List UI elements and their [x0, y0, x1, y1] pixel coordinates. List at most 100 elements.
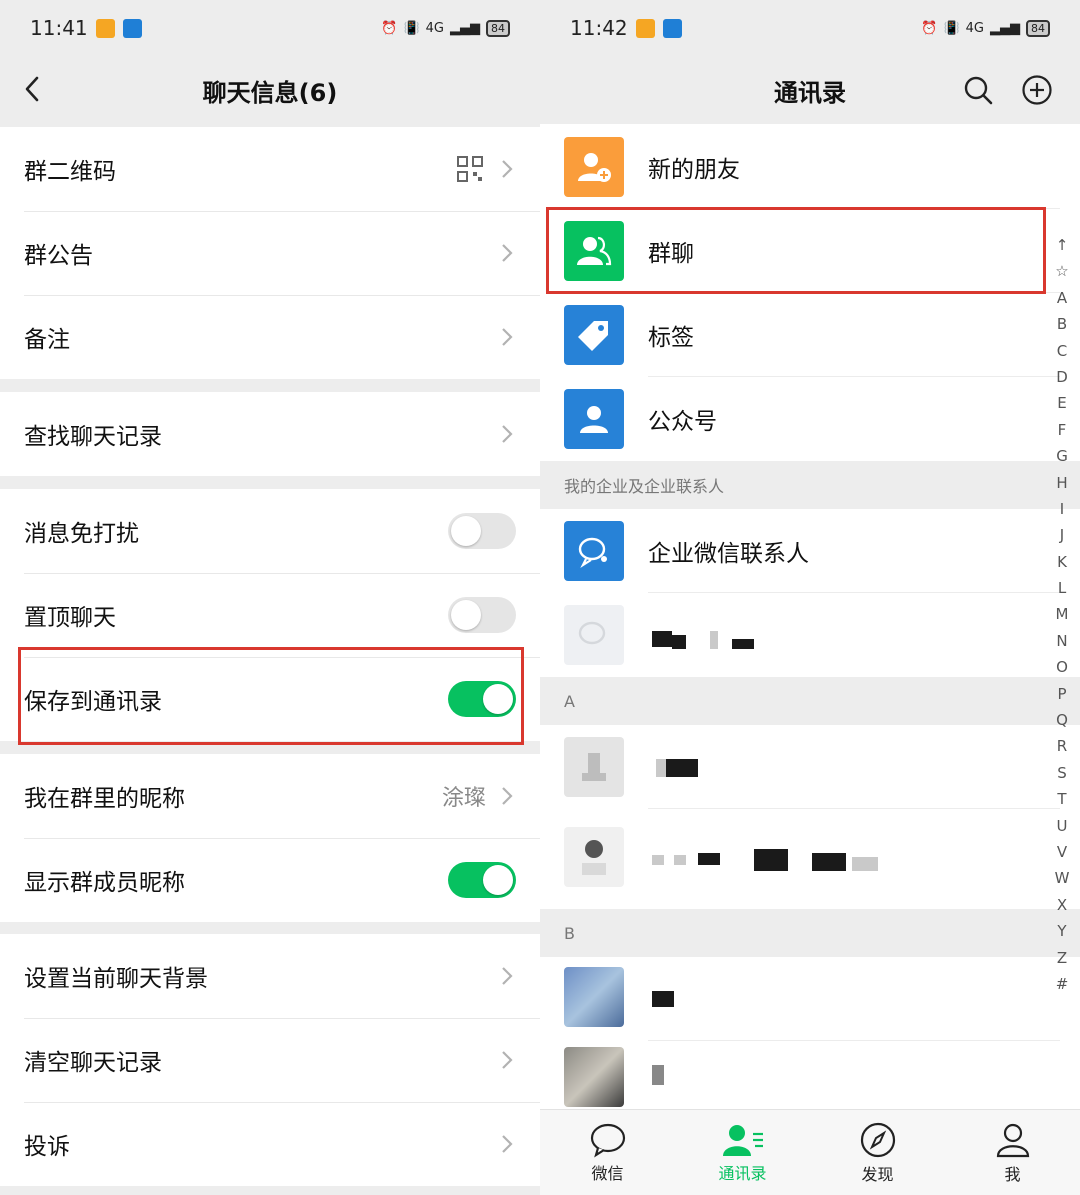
index-letter[interactable]: S — [1057, 760, 1067, 786]
search-icon[interactable] — [962, 74, 994, 106]
contact-item-new-friends[interactable]: 新的朋友 — [540, 125, 1060, 209]
pixelated-name — [652, 1065, 664, 1085]
contact-item-b1[interactable] — [540, 957, 1060, 1041]
index-letter[interactable]: X — [1057, 892, 1067, 918]
index-letter[interactable]: F — [1058, 417, 1067, 443]
new-friends-avatar — [564, 137, 624, 197]
contacts-screen: 11:42 ⏰ 📳 4G ▂▄▆ 84 通讯录 新的朋友 群聊 标签 公众号 我… — [540, 0, 1080, 1195]
index-letter[interactable]: E — [1057, 390, 1066, 416]
row-my-nickname[interactable]: 我在群里的昵称 涂璨 — [0, 754, 540, 838]
row-remark[interactable]: 备注 — [0, 295, 540, 379]
row-show-nicknames: 显示群成员昵称 — [0, 838, 540, 922]
index-letter[interactable]: H — [1056, 470, 1067, 496]
row-label: 清空聊天记录 — [24, 1050, 162, 1076]
index-letter[interactable]: P — [1057, 681, 1066, 707]
index-letter[interactable]: I — [1060, 496, 1064, 522]
status-time: 11:41 — [30, 16, 88, 40]
index-letter[interactable]: D — [1056, 364, 1068, 390]
pixelated-name — [698, 853, 720, 865]
contact-name: 标签 — [648, 325, 694, 351]
signal-icon: ▂▄▆ — [450, 20, 480, 36]
index-letter[interactable]: B — [1057, 311, 1067, 337]
chevron-right-icon — [502, 160, 513, 178]
person-icon — [996, 1123, 1029, 1157]
section-header-b: B — [540, 909, 1080, 957]
add-icon[interactable] — [1021, 74, 1053, 106]
row-report[interactable]: 投诉 — [0, 1102, 540, 1186]
screenshot: 11:41 ⏰ 📳 4G ▂▄▆ 84 聊天信息(6) 群二维码 群公告 备注 … — [0, 0, 1080, 1195]
nickname-section: 我在群里的昵称 涂璨 显示群成员昵称 — [0, 754, 540, 922]
pixelated-name — [732, 639, 754, 649]
index-letter[interactable]: U — [1057, 813, 1068, 839]
official-accounts-avatar — [564, 389, 624, 449]
status-right: ⏰ 📳 4G ▂▄▆ 84 — [921, 19, 1050, 37]
contact-item-a1[interactable] — [540, 725, 1060, 809]
row-clear-history[interactable]: 清空聊天记录 — [0, 1018, 540, 1102]
index-letter[interactable]: Z — [1057, 945, 1067, 971]
toggle-knob — [451, 516, 481, 546]
contact-item-official-accounts[interactable]: 公众号 — [540, 377, 1060, 461]
chevron-right-icon — [502, 425, 513, 443]
index-letter[interactable]: K — [1057, 549, 1067, 575]
back-arrow-icon[interactable] — [18, 74, 48, 104]
tab-label: 发现 — [861, 1164, 894, 1184]
pixelated-name — [710, 631, 718, 649]
alphabet-index[interactable]: ↑ ☆ A B C D E F G H I J K L M N O P Q R S T U V W X Y Z # — [1050, 232, 1074, 997]
index-letter[interactable]: C — [1057, 338, 1067, 364]
person-icon — [582, 753, 606, 781]
pixelated-name — [754, 849, 788, 871]
tab-contacts[interactable]: 通讯录 — [675, 1110, 810, 1195]
mute-toggle[interactable] — [448, 513, 516, 549]
index-letter[interactable]: N — [1056, 628, 1067, 654]
contact-avatar-blurred — [564, 1047, 624, 1107]
row-group-qrcode[interactable]: 群二维码 — [0, 127, 540, 211]
row-group-notice[interactable]: 群公告 — [0, 211, 540, 295]
contact-item-a2[interactable] — [540, 809, 1060, 909]
toggle-knob — [483, 865, 513, 895]
index-letter[interactable]: Y — [1057, 918, 1066, 944]
index-letter[interactable]: # — [1056, 971, 1069, 997]
network-label: 4G — [965, 20, 984, 36]
row-pin: 置顶聊天 — [0, 573, 540, 657]
index-letter[interactable]: M — [1056, 601, 1069, 627]
row-label: 投诉 — [24, 1134, 70, 1160]
contact-item-tags[interactable]: 标签 — [540, 293, 1060, 377]
group-info-section: 群二维码 群公告 备注 — [0, 127, 540, 379]
index-letter[interactable]: L — [1058, 575, 1066, 601]
person-icon — [580, 406, 608, 433]
pin-toggle[interactable] — [448, 597, 516, 633]
pixelated-name — [672, 635, 686, 649]
chevron-right-icon — [502, 1051, 513, 1069]
show-nicknames-toggle[interactable] — [448, 862, 516, 898]
pixelated-name — [652, 631, 672, 647]
index-letter[interactable]: R — [1057, 733, 1067, 759]
contact-item-blurred[interactable] — [540, 593, 1060, 677]
contact-item-wecom[interactable]: 企业微信联系人 — [540, 509, 1060, 593]
row-search-history[interactable]: 查找聊天记录 — [0, 392, 540, 476]
pixelated-name — [852, 857, 878, 871]
app-notification-icon — [122, 18, 142, 38]
index-letter[interactable]: V — [1057, 839, 1067, 865]
tab-me[interactable]: 我 — [945, 1110, 1080, 1195]
index-letter[interactable]: T — [1057, 786, 1066, 812]
index-letter[interactable]: J — [1060, 522, 1064, 548]
wecom-icon — [578, 537, 607, 569]
highlight-box-save — [18, 647, 524, 745]
contact-name: 公众号 — [648, 409, 717, 435]
battery-indicator: 84 — [1026, 19, 1050, 37]
page-title: 聊天信息(6) — [202, 78, 338, 107]
row-label: 查找聊天记录 — [24, 424, 162, 450]
index-letter[interactable]: Q — [1056, 707, 1068, 733]
row-label: 我在群里的昵称 — [24, 786, 185, 812]
index-letter[interactable]: A — [1057, 285, 1067, 311]
tag-icon — [578, 321, 608, 351]
tab-discover[interactable]: 发现 — [810, 1110, 945, 1195]
row-chat-background[interactable]: 设置当前聊天背景 — [0, 934, 540, 1018]
signal-icon: ▂▄▆ — [990, 20, 1020, 36]
index-letter[interactable]: ↑ — [1056, 232, 1069, 258]
index-letter[interactable]: W — [1055, 865, 1070, 891]
tab-chats[interactable]: 微信 — [540, 1110, 675, 1195]
index-letter[interactable]: G — [1056, 443, 1068, 469]
index-letter[interactable]: O — [1056, 654, 1068, 680]
index-letter[interactable]: ☆ — [1055, 258, 1068, 284]
